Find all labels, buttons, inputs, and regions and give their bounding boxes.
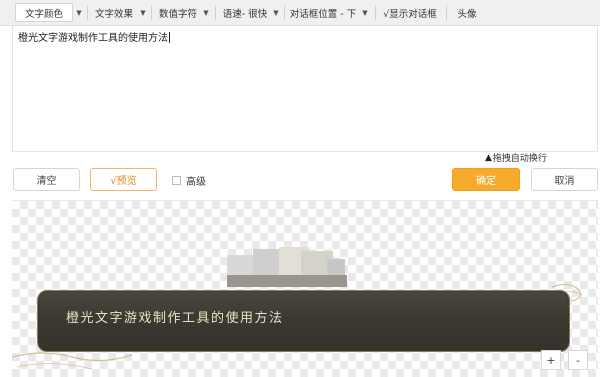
- cancel-button[interactable]: 取消: [531, 168, 598, 191]
- toolbar-separator: [87, 5, 88, 20]
- zoom-out-button[interactable]: -: [568, 350, 588, 370]
- dialog-box: 橙光文字游戏制作工具的使用方法: [37, 290, 570, 352]
- preview-canvas: 橙光文字游戏制作工具的使用方法 + -: [12, 200, 598, 377]
- show-dialog-toggle[interactable]: √显示对话框: [379, 3, 441, 22]
- text-effect-dropdown-icon[interactable]: ▼: [137, 3, 149, 22]
- advanced-option[interactable]: 高级: [172, 173, 206, 188]
- avatar-button[interactable]: 头像: [451, 3, 483, 22]
- advanced-checkbox[interactable]: [172, 176, 181, 185]
- advanced-label: 高级: [186, 177, 206, 188]
- toolbar-separator: [375, 5, 376, 20]
- toolbar-separator: [446, 5, 447, 20]
- editor-content[interactable]: 橙光文字游戏制作工具的使用方法: [18, 29, 170, 44]
- editor-text: 橙光文字游戏制作工具的使用方法: [18, 33, 168, 44]
- confirm-button[interactable]: 确定: [452, 168, 520, 191]
- preview-button[interactable]: √预览: [90, 168, 157, 191]
- speed-dropdown-icon[interactable]: ▼: [270, 3, 282, 22]
- dialog-text: 橙光文字游戏制作工具的使用方法: [66, 311, 284, 326]
- drag-autowrap-handle[interactable]: ▲ 拖拽自动换行: [485, 151, 547, 165]
- toolbar-separator: [151, 5, 152, 20]
- text-color-dropdown-icon[interactable]: ▼: [73, 3, 85, 22]
- text-effect-button[interactable]: 文字效果: [90, 3, 138, 22]
- zoom-in-button[interactable]: +: [541, 350, 561, 370]
- text-caret: [169, 32, 170, 43]
- toolbar-separator: [215, 5, 216, 20]
- value-chars-button[interactable]: 数值字符: [155, 3, 201, 22]
- text-editor[interactable]: 橙光文字游戏制作工具的使用方法: [12, 26, 598, 152]
- toolbar-separator: [284, 5, 285, 20]
- value-chars-dropdown-icon[interactable]: ▼: [200, 3, 212, 22]
- toolbar: 文字颜色 ▼ 文字效果 ▼ 数值字符 ▼ 语速- 很快 ▼ 对话框位置 - 下 …: [0, 0, 600, 26]
- dialog-position-dropdown-icon[interactable]: ▼: [359, 3, 371, 22]
- dialog-position-button[interactable]: 对话框位置 - 下: [288, 3, 358, 22]
- triangle-up-icon: ▲: [485, 152, 492, 163]
- text-color-button[interactable]: 文字颜色: [15, 3, 73, 22]
- clear-button[interactable]: 清空: [13, 168, 80, 191]
- avatar: [227, 247, 347, 287]
- autowrap-label: 拖拽自动换行: [492, 154, 547, 164]
- speed-button[interactable]: 语速- 很快: [219, 3, 271, 22]
